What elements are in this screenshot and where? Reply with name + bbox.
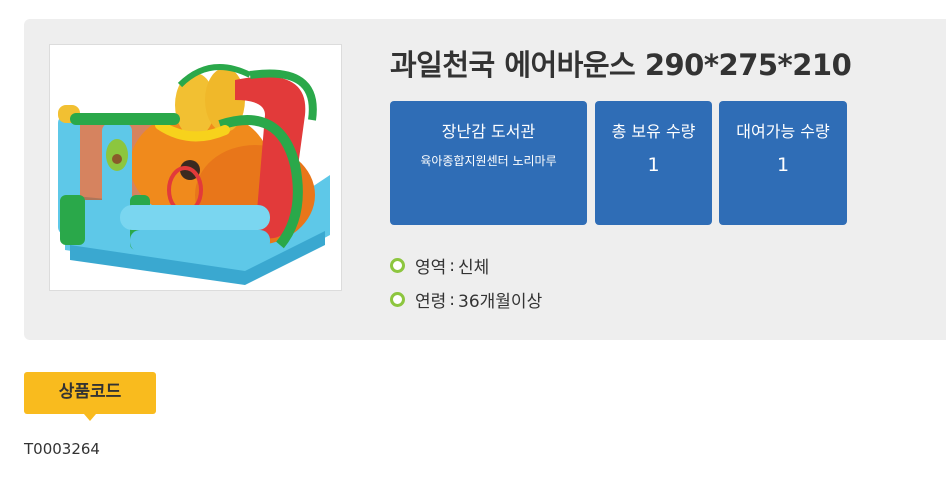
library-name: 장난감 도서관 xyxy=(441,122,536,141)
product-title: 과일천국 에어바운스 290*275*210 xyxy=(390,48,852,82)
total-quantity-card: 총 보유 수량 1 xyxy=(595,101,712,225)
total-quantity-value: 1 xyxy=(647,154,660,176)
bullet-icon xyxy=(390,292,405,307)
library-card: 장난감 도서관 육아종합지원센터 노리마루 xyxy=(390,101,587,225)
total-quantity-label: 총 보유 수량 xyxy=(611,122,696,141)
info-area: 영역 : 신체 xyxy=(390,253,489,278)
area-label: 영역 xyxy=(415,258,447,278)
badge-pointer xyxy=(84,414,96,421)
available-quantity-label: 대여가능 수량 xyxy=(736,122,830,141)
product-code-badge: 상품코드 xyxy=(24,372,156,414)
area-separator: : xyxy=(449,255,456,276)
product-code-value: T0003264 xyxy=(24,440,100,458)
age-value: 36개월이상 xyxy=(458,292,543,312)
available-quantity-card: 대여가능 수량 1 xyxy=(719,101,847,225)
age-label: 연령 xyxy=(415,292,447,312)
bullet-icon xyxy=(390,258,405,273)
info-age: 연령 : 36개월이상 xyxy=(390,287,542,312)
product-image xyxy=(49,44,342,291)
age-separator: : xyxy=(449,289,456,310)
area-value: 신체 xyxy=(458,258,490,278)
available-quantity-value: 1 xyxy=(776,154,790,176)
library-center: 육아종합지원센터 노리마루 xyxy=(420,154,557,168)
